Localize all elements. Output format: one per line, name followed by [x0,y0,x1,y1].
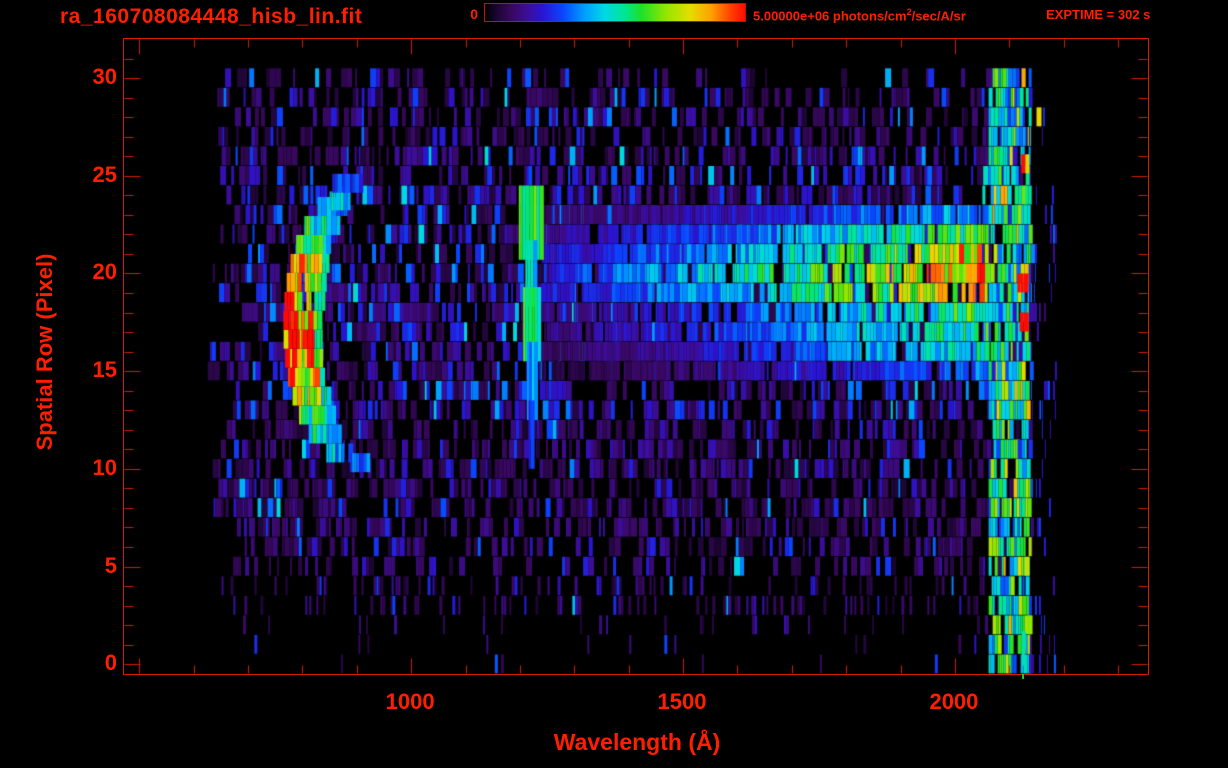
below-axis-artifact [1022,674,1024,679]
exptime-label: EXPTIME = 302 s [1046,7,1151,22]
y-tick-label: 15 [92,357,117,383]
x-tick-label: 1500 [657,689,707,714]
colorbar-units-suffix: /sec/A/sr [911,8,966,24]
y-tick-label: 25 [92,161,117,187]
plot-title: ra_160708084448_hisb_lin.fit [60,5,363,28]
colorbar-max-value: 5.00000e+06 [753,8,833,24]
y-tick-label: 20 [92,259,117,285]
x-axis-label: Wavelength (Å) [553,729,721,755]
x-tick-label: 2000 [929,689,979,714]
y-axis-label: Spatial Row (Pixel) [32,253,57,451]
plot-frame [123,38,1149,675]
colorbar-min-label: 0 [470,6,478,22]
idl-plot-window: ra_160708084448_hisb_lin.fit 0 5.00000e+… [0,0,1228,768]
y-tick-label: 30 [92,64,117,90]
colorbar-max-label: 5.00000e+06 photons/cm2/sec/A/sr [753,7,966,23]
y-tick-label: 5 [104,552,117,578]
x-tick-label: 1000 [385,689,435,714]
y-tick-label: 0 [104,650,117,676]
colorbar-units-prefix: photons/cm [832,8,907,24]
heatmap-canvas [124,39,1148,674]
colorbar-gradient [484,3,746,22]
y-tick-label: 10 [92,454,117,480]
